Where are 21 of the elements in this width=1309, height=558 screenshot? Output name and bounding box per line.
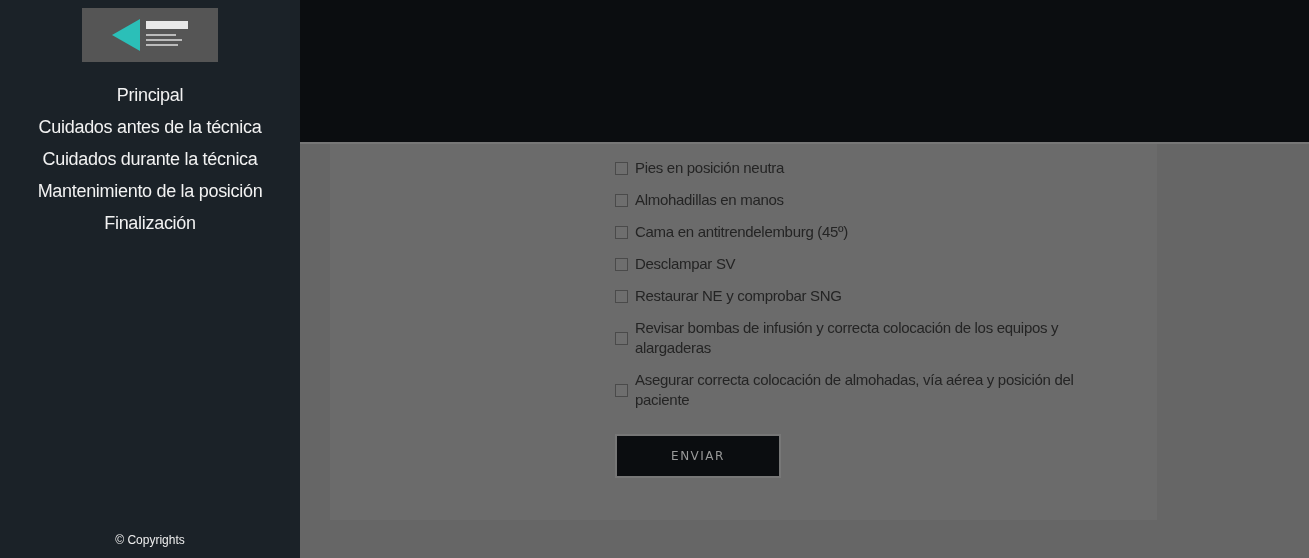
checkbox-label: Almohadillas en manos bbox=[635, 190, 784, 210]
sidebar-item[interactable]: Finalización bbox=[104, 214, 196, 232]
checkbox-label: Asegurar correcta colocación de almohadas, vía aérea y posición del paciente bbox=[635, 370, 1075, 410]
copyright-text: © Copyrights bbox=[115, 533, 185, 547]
checkbox-label: Restaurar NE y comprobar SNG bbox=[635, 286, 842, 306]
checkbox[interactable] bbox=[615, 289, 628, 303]
checkbox-label: Desclampar SV bbox=[635, 254, 736, 274]
checkbox-label: Cama en antitrendelemburg (45º) bbox=[635, 222, 848, 242]
sidebar-item[interactable]: Cuidados durante la técnica bbox=[42, 150, 258, 168]
checkbox[interactable] bbox=[615, 383, 628, 397]
sidebar-item[interactable]: Mantenimiento de la posición bbox=[37, 182, 263, 200]
sidebar-item[interactable]: Cuidados antes de la técnica bbox=[38, 118, 262, 136]
checkbox[interactable] bbox=[615, 331, 628, 345]
checkbox-label: Revisar bombas de infusión y correcta colocación de los equipos y alargaderas bbox=[635, 318, 1060, 358]
checkbox[interactable] bbox=[615, 225, 628, 239]
checkbox-label: Pies en posición neutra bbox=[635, 158, 785, 178]
checkbox[interactable] bbox=[615, 161, 628, 175]
submit-button[interactable]: ENVIAR bbox=[615, 434, 781, 478]
sidebar-item[interactable]: Principal bbox=[116, 86, 184, 104]
checkbox[interactable] bbox=[615, 257, 628, 271]
checkbox[interactable] bbox=[615, 193, 628, 207]
